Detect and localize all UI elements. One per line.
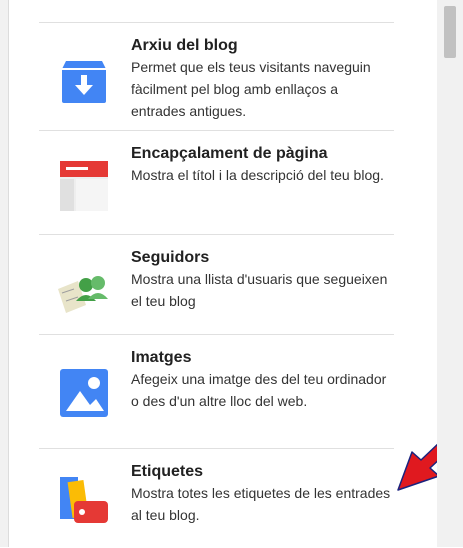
gadget-list: Arxiu del blog Permet que els teus visit… [9,0,463,548]
gadget-arxiu-del-blog[interactable]: Arxiu del blog Permet que els teus visit… [39,22,394,131]
followers-icon [56,259,112,315]
gadget-title: Encapçalament de pàgina [131,145,328,162]
labels-icon [56,471,112,527]
gadget-encapcalament[interactable]: Encapçalament de pàgina Mostra el títol … [39,130,394,235]
scrollbar-thumb[interactable] [444,6,456,58]
gadget-description: Mostra totes les etiquetes de les entrad… [131,485,391,523]
gadget-title: Arxiu del blog [131,37,238,54]
gadget-title: Etiquetes [131,463,204,480]
gadget-etiquetes[interactable]: Etiquetes Mostra totes les etiquetes de … [39,448,394,548]
vertical-scrollbar[interactable] [437,0,463,547]
gadget-seguidors[interactable]: Seguidors Mostra una llista d'usuaris qu… [39,234,394,335]
gadget-description: Mostra una llista d'usuaris que segueixe… [131,271,388,309]
page-header-icon [56,157,112,213]
gadget-imatges[interactable]: Imatges Afegeix una imatge des del teu o… [39,334,394,449]
gadget-description: Afegeix una imatge des del teu ordinador… [131,371,387,409]
gadget-description: Mostra el títol i la descripció del teu … [131,167,384,183]
gadget-title: Imatges [131,349,192,366]
archive-download-icon [56,53,112,109]
left-panel-edge [0,0,9,547]
gadget-description: Permet que els teus visitants naveguin f… [131,59,371,119]
image-icon [56,365,112,421]
gadget-title: Seguidors [131,249,210,266]
